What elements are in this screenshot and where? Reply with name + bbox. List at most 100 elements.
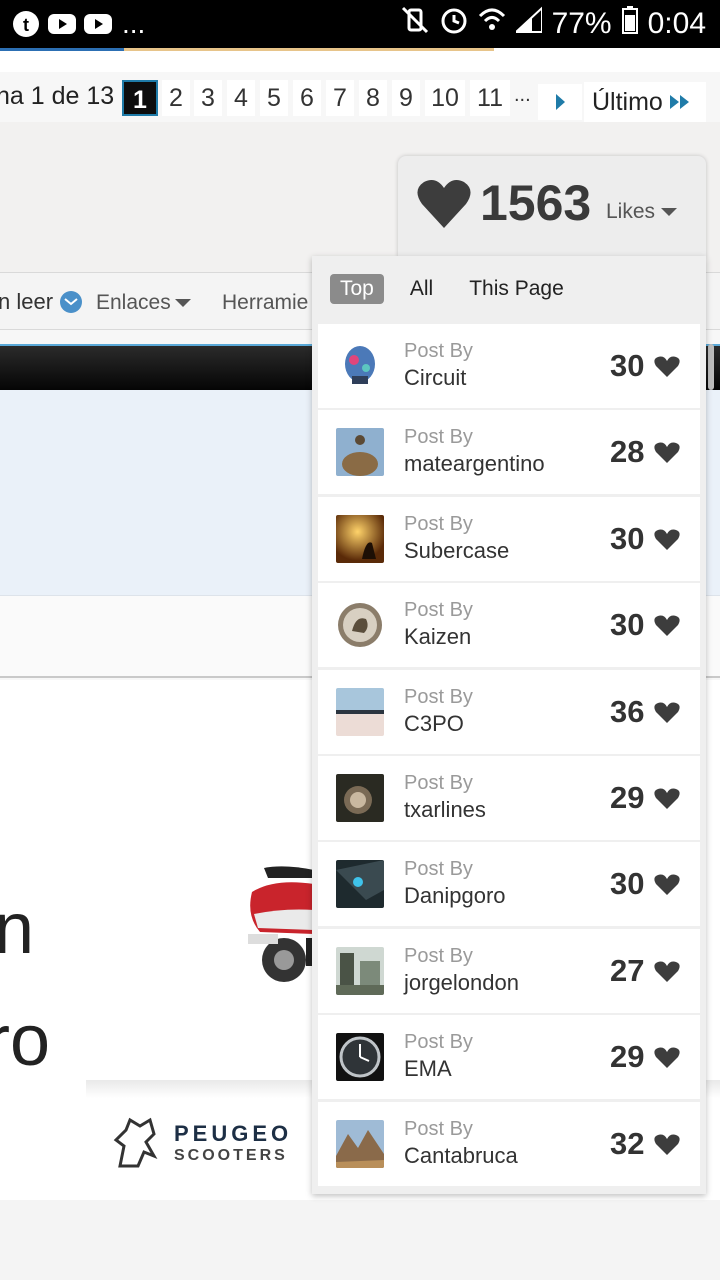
username: Cantabruca [404, 1142, 518, 1168]
heart-icon [654, 615, 680, 637]
username: C3PO [404, 710, 464, 736]
list-item[interactable]: Post By Kaizen 30 [318, 583, 700, 668]
list-item[interactable]: Post By Subercase 30 [318, 496, 700, 581]
page-link[interactable]: 4 [227, 80, 255, 116]
post-by-label: Post By [404, 685, 473, 708]
heart-icon [654, 702, 680, 723]
username: Kaizen [404, 624, 472, 650]
avatar [336, 514, 384, 563]
post-by-label: Post By [404, 944, 473, 967]
alarm-icon [440, 6, 468, 42]
list-item[interactable]: Post By txarlines 29 [318, 755, 700, 840]
wifi-icon [478, 6, 506, 42]
pagination-ellipsis: ... [514, 84, 531, 106]
page-footer-area [0, 1200, 720, 1280]
page-link[interactable]: 9 [392, 80, 420, 116]
page-link[interactable]: 7 [326, 80, 354, 116]
page-link[interactable]: 10 [425, 80, 465, 116]
mute-vibrate-icon [400, 6, 430, 42]
unread-label: n leer [0, 289, 54, 314]
list-item[interactable]: Post By Cantabruca 32 [318, 1101, 700, 1186]
username: Subercase [404, 537, 510, 563]
page-link[interactable]: 6 [293, 80, 321, 116]
like-count: 30 [610, 520, 645, 556]
username: Danipgoro [404, 883, 506, 909]
list-item[interactable]: Post By Circuit 30 [318, 324, 700, 408]
list-item[interactable]: Post By EMA 29 [318, 1015, 700, 1100]
post-by-label: Post By [404, 771, 473, 794]
caret-down-icon [661, 208, 678, 216]
tools-menu[interactable]: Herramie [222, 291, 308, 315]
avatar [336, 860, 384, 909]
lion-logo-icon [113, 1117, 158, 1168]
username: jorgelondon [404, 969, 519, 995]
links-menu[interactable]: Enlaces [96, 291, 191, 315]
heart-icon [654, 356, 680, 377]
username: txarlines [404, 796, 486, 822]
overflow-indicator: ... [122, 8, 146, 39]
like-count: 29 [610, 1039, 645, 1075]
youtube-icon [84, 10, 112, 38]
next-page-button[interactable] [538, 84, 582, 125]
clock: 0:04 [647, 7, 706, 40]
heart-icon [654, 961, 680, 982]
avatar [336, 687, 384, 736]
page-current[interactable]: 1 [122, 80, 158, 116]
youtube-icon [48, 10, 76, 38]
page-link[interactable]: 8 [359, 80, 387, 116]
scrollbar-thumb[interactable] [708, 344, 714, 390]
tab-this-page[interactable]: This Page [459, 274, 574, 304]
unread-link[interactable]: n leer [0, 289, 83, 315]
like-count: 28 [610, 434, 645, 470]
likes-count: 1563 [480, 175, 592, 231]
username: Circuit [404, 365, 467, 390]
username: mateargentino [404, 451, 545, 477]
likes-list: Post By Circuit 30 Post By mateargentino… [318, 324, 700, 1188]
list-item[interactable]: Post By C3PO 36 [318, 669, 700, 754]
avatar [336, 601, 384, 650]
tumblr-icon: t [12, 10, 40, 38]
pagination-summary: na 1 de 13 [0, 82, 115, 110]
page-link[interactable]: 3 [194, 80, 222, 116]
like-count: 27 [610, 952, 645, 988]
post-by-label: Post By [404, 1031, 473, 1054]
heart-icon [654, 529, 680, 550]
username: EMA [404, 1056, 452, 1082]
likes-dropdown: Top All This Page Post By Circuit 30 Pos… [312, 256, 706, 1194]
post-by-label: Post By [404, 340, 473, 362]
battery-icon [621, 6, 638, 42]
heart-icon [654, 1047, 680, 1069]
page-link[interactable]: 11 [470, 80, 510, 116]
heart-icon [417, 180, 471, 228]
list-item[interactable]: Post By mateargentino 28 [318, 410, 700, 495]
heart-icon [654, 442, 680, 464]
likes-toggle[interactable]: 1563 Likes [398, 156, 706, 258]
like-count: 30 [610, 607, 645, 643]
tab-all[interactable]: All [400, 274, 443, 304]
avatar [336, 946, 384, 995]
like-count: 30 [610, 866, 645, 902]
like-count: 32 [610, 1125, 645, 1161]
links-label: Enlaces [96, 291, 171, 314]
likes-label-text: Likes [606, 200, 656, 223]
battery-level: 77% [551, 7, 612, 40]
ad-headline-line1: n [0, 889, 35, 969]
last-page-button[interactable]: Último [584, 82, 706, 122]
avatar [336, 1033, 384, 1082]
ad-headline-line2: ro [0, 1001, 51, 1081]
heart-icon [654, 1134, 680, 1155]
page-link[interactable]: 5 [260, 80, 288, 116]
tab-top[interactable]: Top [330, 274, 384, 304]
avatar [336, 773, 384, 822]
like-count: 30 [610, 348, 645, 383]
like-count: 36 [610, 693, 645, 729]
page-link[interactable]: 2 [162, 80, 190, 116]
fast-forward-icon [669, 95, 689, 109]
post-by-label: Post By [404, 599, 473, 622]
list-item[interactable]: Post By Danipgoro 30 [318, 842, 700, 927]
signal-icon [513, 5, 543, 42]
ad-brand-sub: SCOOTERS [174, 1147, 288, 1164]
post-by-label: Post By [404, 858, 473, 881]
top-strip [0, 48, 720, 72]
list-item[interactable]: Post By jorgelondon 27 [318, 928, 700, 1013]
